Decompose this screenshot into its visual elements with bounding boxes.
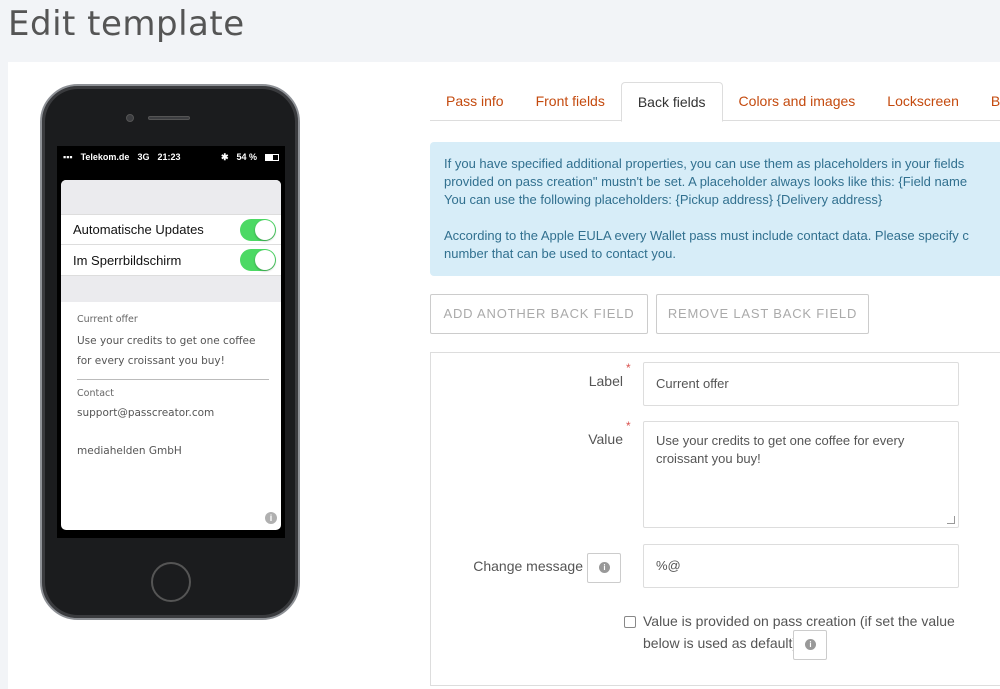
tab-lockscreen[interactable]: Lockscreen [871,82,975,121]
company-name: mediahelden GmbH [77,445,182,457]
alert-line: number that can be used to contact you. [444,246,676,261]
value-textarea[interactable]: Use your credits to get one coffee for e… [643,421,959,528]
page-title: Edit template [8,4,245,44]
content-panel: ▪▪▪ Telekom.de 3G 21:23 ✱ 54 % Automatis… [8,62,1000,689]
bluetooth-icon: ✱ [220,151,229,162]
home-button [151,562,191,602]
pass-fields: Current offer Use your credits to get on… [61,302,281,461]
resize-handle-icon[interactable] [947,516,955,524]
clock-text: 21:23 [157,152,181,162]
checkbox-label-line: Value is provided on pass creation (if s… [643,613,955,629]
info-icon: i [805,639,816,650]
tab-back-fields[interactable]: Back fields [620,82,723,122]
add-back-field-button[interactable]: ADD ANOTHER BACK FIELD [430,294,648,334]
remove-back-field-button[interactable]: REMOVE LAST BACK FIELD [656,294,869,334]
pass-field-label: Current offer [77,314,138,325]
value-provided-info-button[interactable]: i [793,630,827,660]
battery-text: 54 % [236,152,257,162]
toggle-label: Automatische Updates [73,222,204,237]
required-marker: * [626,361,631,375]
alert-line: provided on pass creation" mustn't be se… [444,174,968,189]
info-icon[interactable]: i [265,512,277,524]
required-marker: * [626,419,631,433]
value-text: Use your credits to get one coffee for e… [656,433,905,466]
tab-pass-info[interactable]: Pass info [430,82,520,121]
phone-status-bar: ▪▪▪ Telekom.de 3G 21:23 ✱ 54 % [57,146,285,168]
tab-colors-and-images[interactable]: Colors and images [723,82,872,121]
alert-line: According to the Apple EULA every Wallet… [444,228,969,243]
back-field-form: Label * Current offer Value * Use your c… [430,352,1000,686]
pass-field-value: Use your credits to get one coffee for e… [77,335,256,367]
tab-bar: Pass info Front fields Back fields Color… [430,82,1000,122]
alert-line: You can use the following placeholders: … [444,192,883,207]
change-message-input[interactable]: %@ [643,544,959,588]
signal-icon: ▪▪▪ [63,152,73,162]
toggle-row-lockscreen: Im Sperrbildschirm [61,245,281,276]
toggle-row-updates: Automatische Updates [61,214,281,245]
pass-field-label: Contact [77,388,114,399]
phone-screen: ▪▪▪ Telekom.de 3G 21:23 ✱ 54 % Automatis… [57,146,285,538]
change-message-info-button[interactable]: i [587,553,621,583]
info-icon: i [599,562,610,573]
alert-line: If you have specified additional propert… [444,156,965,171]
checkbox-label-line: below is used as default) [643,635,798,651]
divider [77,379,269,380]
label-input[interactable]: Current offer [643,362,959,406]
info-alert: If you have specified additional propert… [430,142,1000,276]
network-text: 3G [137,152,150,162]
speaker-grille [148,116,190,120]
battery-icon [265,153,279,161]
pass-field-value: support@passcreator.com [77,407,215,419]
camera-dot [126,114,134,122]
pass-back-card: Automatische Updates Im Sperrbildschirm … [61,180,281,530]
value-field-label: Value [588,431,623,447]
carrier-text: Telekom.de [80,152,130,162]
toggle-label: Im Sperrbildschirm [73,252,182,268]
auto-updates-switch[interactable] [240,218,276,241]
tab-front-fields[interactable]: Front fields [520,82,621,121]
phone-preview: ▪▪▪ Telekom.de 3G 21:23 ✱ 54 % Automatis… [40,84,300,620]
value-provided-checkbox[interactable] [624,616,636,628]
lockscreen-switch[interactable] [240,249,276,271]
tab-beacons[interactable]: Bea [975,82,1000,121]
label-field-label: Label [588,373,623,389]
change-message-label: Change message [473,558,583,574]
